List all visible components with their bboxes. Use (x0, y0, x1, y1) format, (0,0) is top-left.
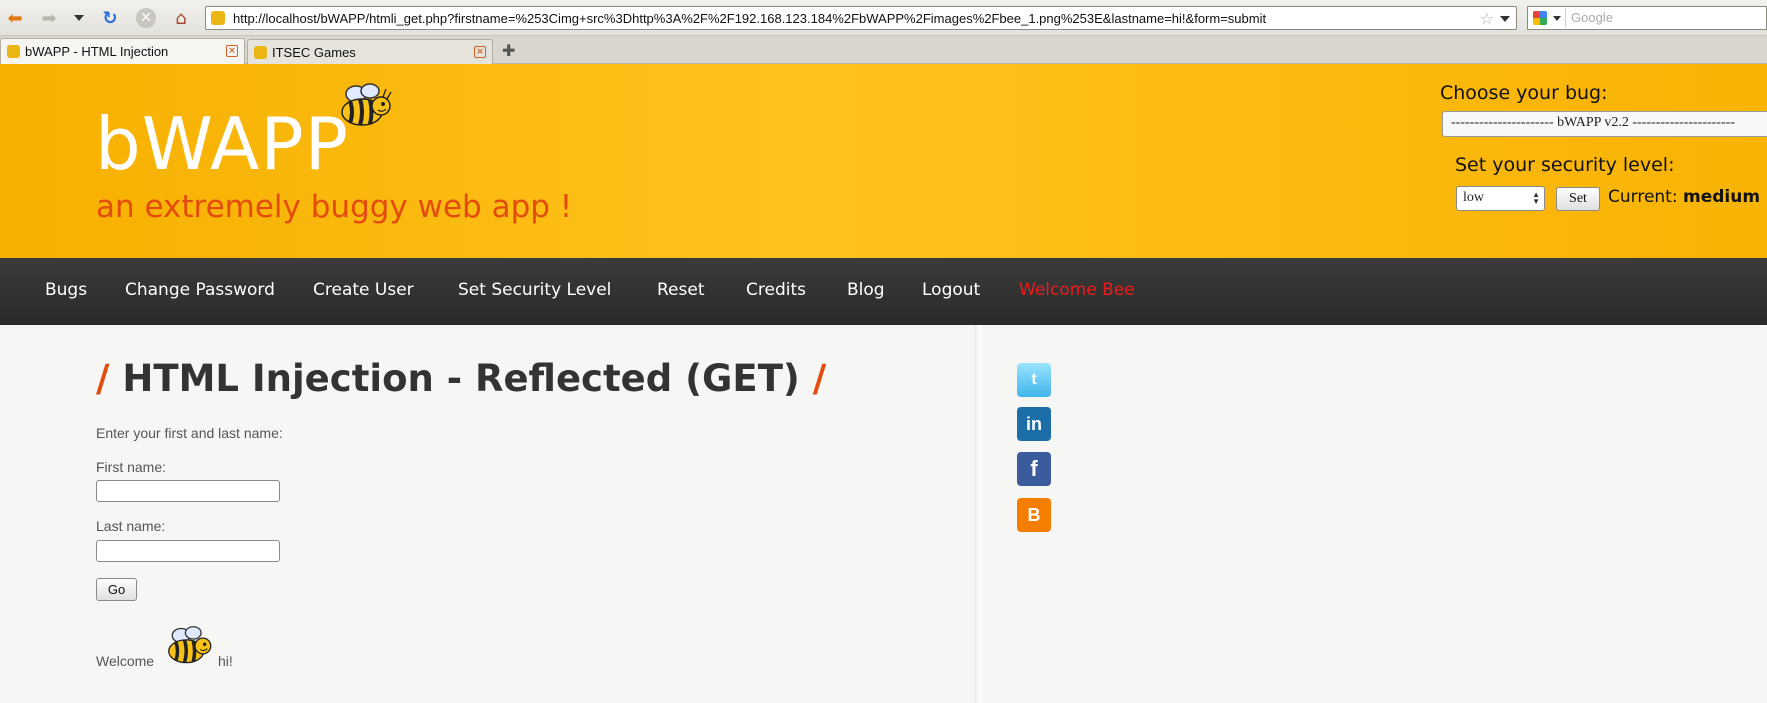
security-level-label: Set your security level: (1455, 154, 1675, 176)
linkedin-icon[interactable]: in (1017, 407, 1051, 441)
home-icon[interactable]: ⌂ (169, 5, 193, 31)
search-input[interactable] (1571, 10, 1761, 25)
column-divider (974, 325, 982, 703)
last-name-label: Last name: (96, 518, 166, 534)
tab-strip: bWAPP - HTML Injection × ITSEC Games × ✚ (0, 36, 1767, 65)
form-instruction: Enter your first and last name: (96, 425, 283, 441)
forward-icon[interactable]: ➡ (38, 5, 60, 31)
bee-favicon-icon (254, 46, 267, 59)
bug-select[interactable]: ---------------------- bWAPP v2.2 ------… (1442, 111, 1767, 137)
bookmark-star-icon[interactable]: ☆ (1480, 9, 1494, 28)
current-label: Current: (1608, 187, 1678, 207)
nav-welcome: Welcome Bee (1019, 280, 1135, 300)
nav-set-security-level[interactable]: Set Security Level (458, 280, 611, 300)
blogger-icon[interactable]: B (1017, 498, 1051, 532)
result-name: hi! (218, 653, 233, 669)
choose-bug-label: Choose your bug: (1440, 82, 1608, 104)
bee-favicon-icon (7, 45, 20, 58)
facebook-icon[interactable]: f (1017, 452, 1051, 486)
chevron-down-icon (1553, 16, 1561, 21)
current-security-level: Current: medium (1608, 187, 1760, 207)
nav-blog[interactable]: Blog (847, 280, 885, 300)
page-title: / HTML Injection - Reflected (GET) / (96, 357, 826, 400)
tab-html-injection[interactable]: bWAPP - HTML Injection × (0, 38, 245, 65)
nav-create-user[interactable]: Create User (313, 280, 414, 300)
main-nav: Bugs Change Password Create User Set Sec… (0, 258, 1767, 325)
first-name-label: First name: (96, 459, 167, 475)
tab-label: ITSEC Games (272, 45, 356, 60)
injected-bee-image (168, 626, 212, 664)
title-slash-left: / (96, 357, 110, 400)
title-slash-right: / (812, 357, 827, 400)
bee-logo-icon (341, 83, 392, 126)
history-dropdown-icon[interactable] (72, 5, 86, 31)
current-level-value: medium (1682, 187, 1761, 207)
close-tab-icon[interactable]: × (226, 45, 238, 57)
url-dropdown-icon[interactable] (1500, 16, 1510, 22)
tab-itsec-games[interactable]: ITSEC Games × (247, 39, 493, 64)
go-button[interactable]: Go (96, 578, 137, 601)
back-icon[interactable]: ⬅ (4, 5, 26, 31)
site-tagline: an extremely buggy web app ! (96, 189, 573, 225)
page-title-text: HTML Injection - Reflected (GET) (122, 357, 800, 400)
browser-toolbar: ⬅ ➡ ↻ ✕ ⌂ http://localhost/bWAPP/htmli_g… (0, 0, 1767, 36)
reload-icon[interactable]: ↻ (98, 5, 122, 31)
url-text[interactable]: http://localhost/bWAPP/htmli_get.php?fir… (233, 11, 1266, 26)
last-name-field[interactable] (96, 540, 280, 562)
nav-reset[interactable]: Reset (657, 280, 705, 300)
site-favicon-icon (211, 11, 225, 25)
search-engine-selector[interactable] (1530, 9, 1566, 27)
close-tab-icon[interactable]: × (474, 46, 486, 58)
stop-icon[interactable]: ✕ (134, 5, 158, 31)
result-welcome: Welcome (96, 653, 155, 669)
updown-arrows-icon: ▲ ▼ (1532, 190, 1540, 206)
search-box[interactable] (1527, 6, 1767, 30)
google-icon (1533, 11, 1547, 25)
site-logo[interactable]: bWAPP (95, 102, 349, 186)
main-content: / HTML Injection - Reflected (GET) / Ent… (0, 325, 1767, 703)
nav-change-password[interactable]: Change Password (125, 280, 275, 300)
nav-bugs[interactable]: Bugs (45, 280, 87, 300)
tab-label: bWAPP - HTML Injection (25, 44, 169, 59)
security-level-value: low (1463, 190, 1484, 205)
address-bar[interactable]: http://localhost/bWAPP/htmli_get.php?fir… (205, 6, 1517, 30)
security-level-select[interactable]: low ▲ ▼ (1456, 186, 1545, 211)
first-name-field[interactable] (96, 480, 280, 502)
nav-logout[interactable]: Logout (922, 280, 980, 300)
site-header: bWAPP an extremely buggy web app ! Choos… (0, 64, 1767, 258)
set-security-button[interactable]: Set (1556, 187, 1600, 211)
new-tab-icon[interactable]: ✚ (502, 41, 515, 60)
twitter-icon[interactable]: t (1017, 363, 1051, 397)
nav-credits[interactable]: Credits (746, 280, 806, 300)
